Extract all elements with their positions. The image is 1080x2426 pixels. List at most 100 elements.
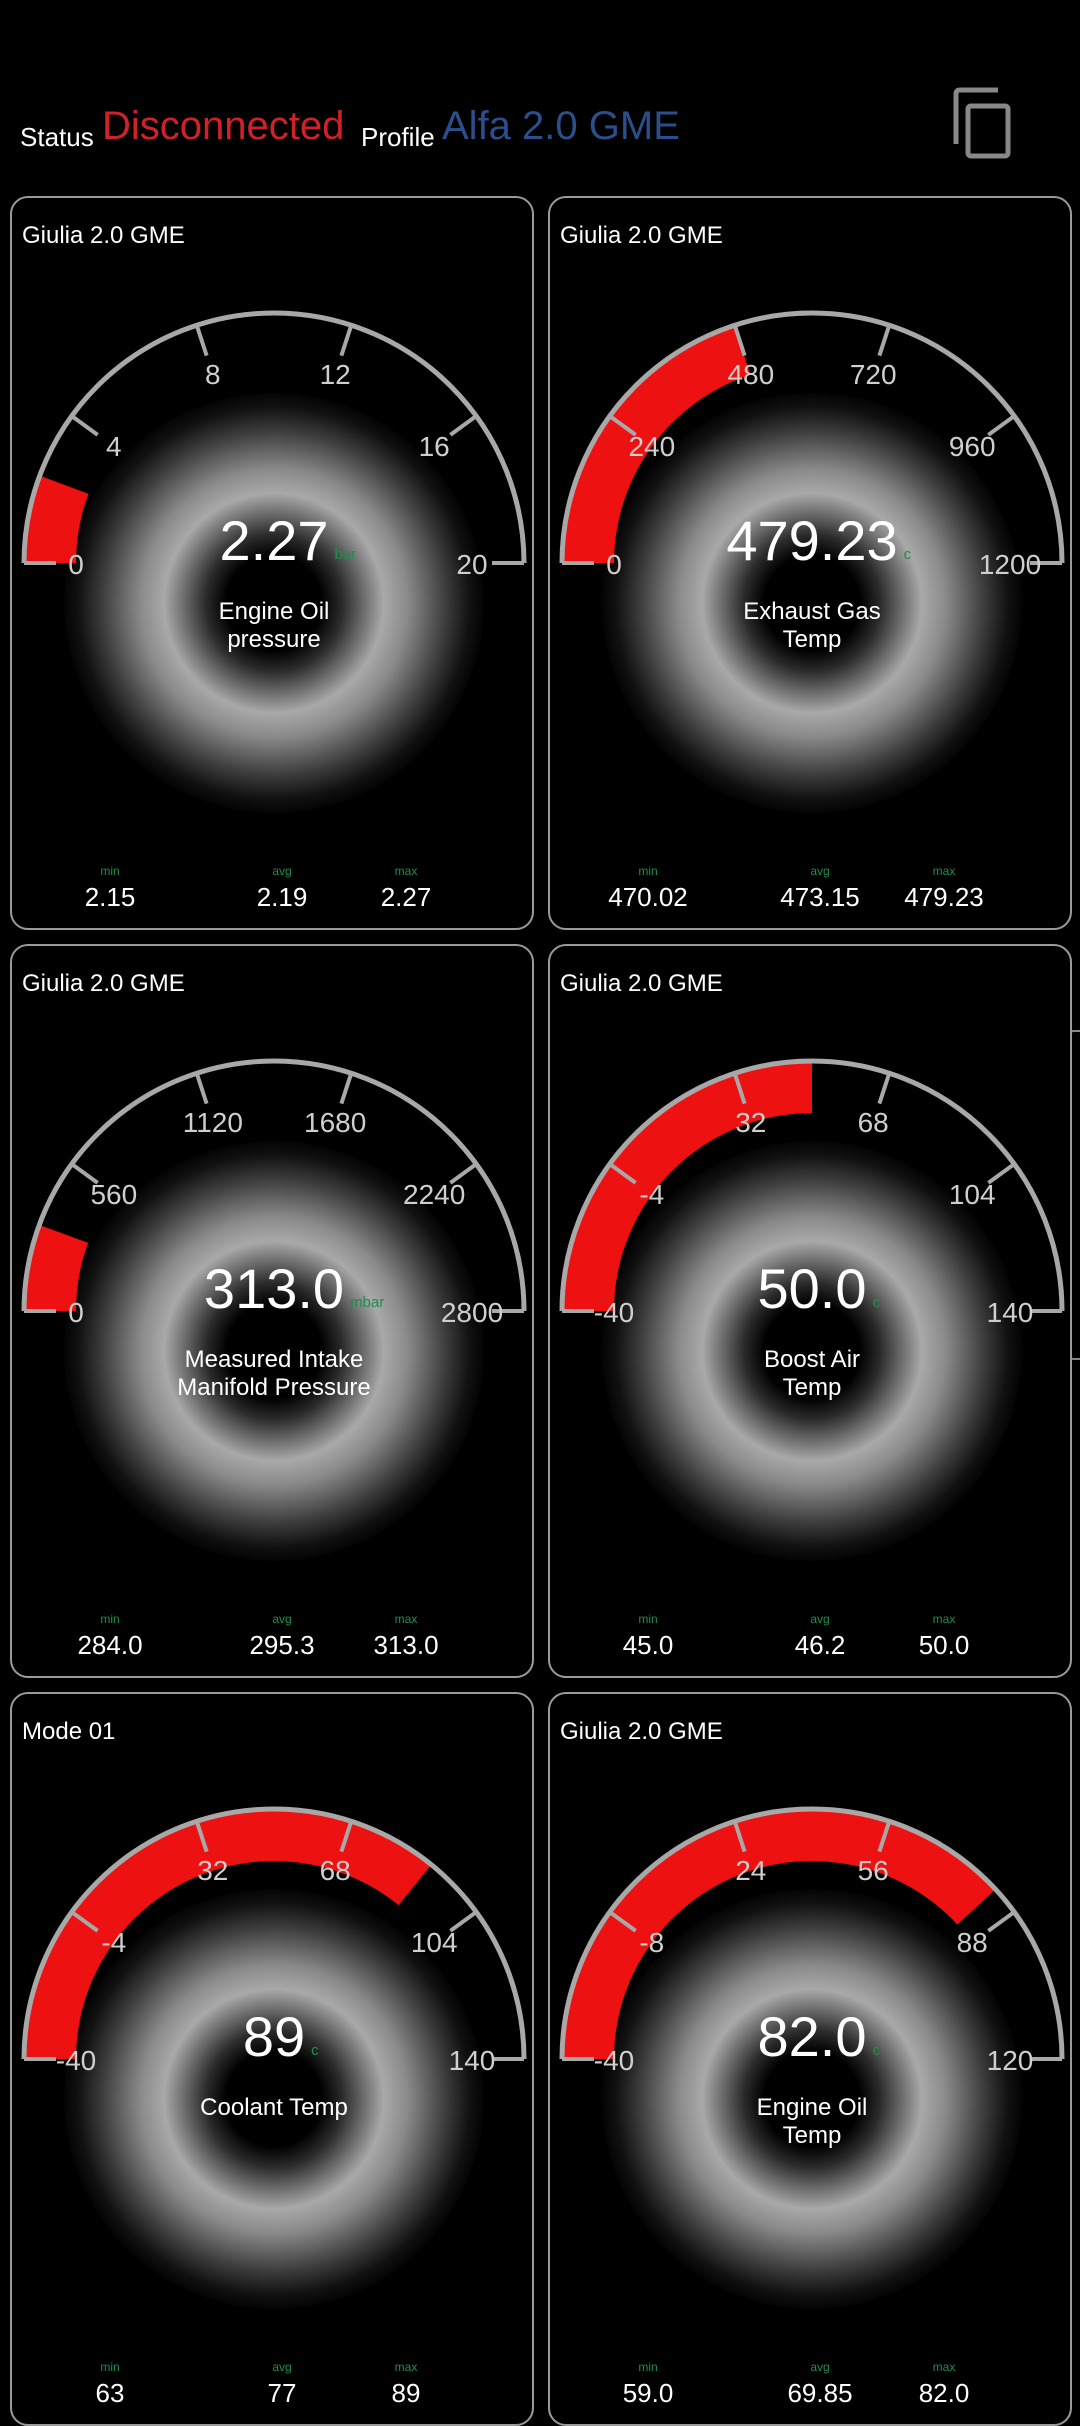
profile-label: Profile — [361, 122, 435, 152]
stat-avg-label: avg — [272, 864, 292, 878]
tick-label: 480 — [727, 358, 775, 390]
tick-label: 88 — [956, 1926, 988, 1958]
gauge-name-line: Engine Oil — [756, 2094, 868, 2121]
gauge-card[interactable]: Giulia 2.0 GME 0 240 480 720 960 1200 479.23 c Ex… — [548, 196, 1072, 930]
stat-min-value: 45.0 — [622, 1630, 674, 1660]
gauge-name-line: Coolant Temp — [200, 2094, 348, 2121]
gauge-value: 50.0 — [757, 1257, 867, 1320]
gauge-name-line: Measured Intake — [184, 1346, 364, 1373]
gauge-unit: c — [311, 2042, 319, 2059]
stat-max-label: max — [394, 1612, 418, 1626]
gauge-unit: c — [903, 546, 912, 563]
gauge-value-row: 2.27 bar — [12, 508, 532, 573]
stat-avg-label: avg — [810, 1612, 830, 1626]
stat-max-value: 50.0 — [918, 1630, 970, 1660]
tick-label: 4 — [106, 430, 122, 462]
gauge-value: 2.27 — [219, 509, 329, 572]
stat-max-value: 82.0 — [918, 2378, 970, 2408]
stat-min-label: min — [638, 2360, 658, 2374]
gauge-tick — [194, 324, 209, 357]
gauge-value: 479.23 — [726, 509, 898, 572]
tick-label: 240 — [628, 430, 676, 462]
gauge-name-line: Manifold Pressure — [177, 1374, 371, 1401]
gauge-name: Measured Intake Manifold Pressure — [12, 1346, 532, 1402]
tick-label: 12 — [319, 358, 351, 390]
gauge-tick — [449, 414, 478, 437]
stat-min-value: 2.15 — [84, 882, 136, 912]
gauge-tick — [339, 324, 354, 357]
gauge-tick — [987, 1910, 1016, 1933]
gauge-name-line: Boost Air — [763, 1346, 861, 1373]
tick-label: -4 — [639, 1178, 665, 1210]
gauge-name: Engine Oil pressure — [12, 598, 532, 654]
gauge-card[interactable]: Giulia 2.0 GME 0 4 8 12 16 20 2.27 bar Engine Oil… — [10, 196, 534, 930]
tick-label: -4 — [101, 1926, 127, 1958]
stat-max-label: max — [394, 2360, 418, 2374]
tick-label: 8 — [205, 358, 221, 390]
tick-label: 2240 — [403, 1178, 466, 1210]
stat-avg-label: avg — [810, 2360, 830, 2374]
gauge-tick — [194, 1072, 209, 1105]
stat-max-value: 2.27 — [380, 882, 432, 912]
gauge-unit: mbar — [350, 1294, 385, 1311]
stat-max-label: max — [394, 864, 418, 878]
gauge-name: Exhaust Gas Temp — [550, 598, 1070, 654]
stat-min-label: min — [638, 1612, 658, 1626]
stat-avg-label: avg — [810, 864, 830, 878]
stat-min-value: 63 — [95, 2378, 125, 2408]
gauge-tick — [877, 1072, 892, 1105]
tick-label: 720 — [849, 358, 897, 390]
gauge-card[interactable]: Giulia 2.0 GME -40 -8 24 56 88 120 82.0 c Engine … — [548, 1692, 1072, 2426]
gauge-name-line: Exhaust Gas — [743, 598, 881, 625]
gauge-unit: c — [872, 2042, 881, 2059]
tick-label: 32 — [197, 1854, 229, 1886]
status-label: Status — [20, 122, 94, 152]
tick-label: 56 — [857, 1854, 889, 1886]
gauge-name: Boost Air Temp — [550, 1346, 1070, 1402]
gauge-card[interactable]: Giulia 2.0 GME -40 -4 32 68 104 140 50.0 c Boost … — [548, 944, 1072, 1678]
gauge-card[interactable]: Giulia 2.0 GME 0 560 1120 1680 2240 2800 313.0 m… — [10, 944, 534, 1678]
copy-button[interactable] — [950, 86, 1020, 162]
tick-label: 68 — [319, 1854, 351, 1886]
stat-avg-value: 473.15 — [780, 882, 860, 912]
gauge-value: 313.0 — [203, 1257, 345, 1320]
gauge-tick — [877, 324, 892, 357]
gauge-value-row: 479.23 c — [550, 508, 1070, 573]
gauge-name-line: Temp — [782, 1374, 842, 1401]
gauge-unit: bar — [334, 546, 357, 563]
stat-max-label: max — [932, 864, 956, 878]
gauge-value: 89 — [242, 2005, 306, 2068]
stat-min-value: 284.0 — [77, 1630, 143, 1660]
tick-label: -8 — [639, 1926, 665, 1958]
stat-min-label: min — [100, 2360, 120, 2374]
tick-label: 104 — [410, 1926, 458, 1958]
gauge-card[interactable]: Mode 01 -40 -4 32 68 104 140 89 c Coolant Temp min… — [10, 1692, 534, 2426]
profile-value[interactable]: Alfa 2.0 GME — [442, 104, 680, 149]
stat-avg-value: 2.19 — [256, 882, 308, 912]
gauge-value-row: 89 c — [12, 2004, 532, 2069]
gauge-value-row: 313.0 mbar — [12, 1256, 532, 1321]
gauge-name-line: Temp — [782, 2122, 842, 2149]
stat-min-value: 59.0 — [622, 2378, 674, 2408]
tick-label: 1120 — [182, 1106, 243, 1138]
gauge-tick — [70, 414, 99, 437]
stat-avg-value: 77 — [267, 2378, 297, 2408]
gauge-name-line: Engine Oil — [218, 598, 330, 625]
stat-max-value: 313.0 — [373, 1630, 439, 1660]
gauge-name: Engine Oil Temp — [550, 2094, 1070, 2150]
stat-min-label: min — [638, 864, 658, 878]
gauge-value: 82.0 — [757, 2005, 867, 2068]
stat-max-label: max — [932, 2360, 956, 2374]
stat-avg-value: 46.2 — [794, 1630, 846, 1660]
stat-max-value: 479.23 — [904, 882, 984, 912]
tick-label: 16 — [418, 430, 450, 462]
stat-min-label: min — [100, 864, 120, 878]
gauge-value-row: 82.0 c — [550, 2004, 1070, 2069]
stat-min-value: 470.02 — [608, 882, 688, 912]
status-value: Disconnected — [102, 104, 345, 148]
stat-avg-label: avg — [272, 2360, 292, 2374]
stat-avg-label: avg — [272, 1612, 292, 1626]
gauge-name: Coolant Temp — [12, 2094, 532, 2122]
tick-label: 104 — [948, 1178, 996, 1210]
stat-min-label: min — [100, 1612, 120, 1626]
